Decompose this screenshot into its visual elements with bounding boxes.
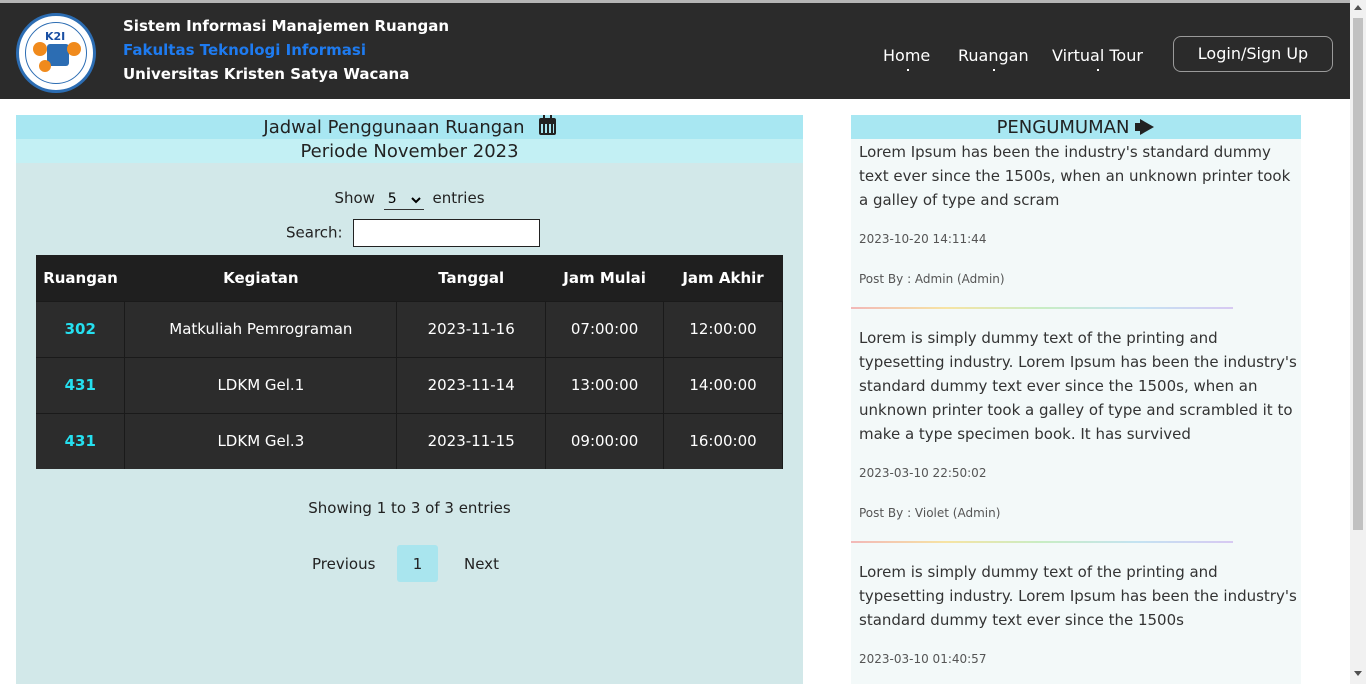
cell-end-time: 16:00:00	[663, 412, 783, 469]
scroll-up-arrow-icon[interactable]	[1354, 5, 1362, 10]
search-input[interactable]	[353, 219, 541, 247]
brand-line-system: Sistem Informasi Manajemen Ruangan	[123, 17, 450, 35]
cell-date: 2023-11-15	[396, 412, 547, 469]
cell-start-time: 07:00:00	[545, 300, 665, 357]
column-header-jam-akhir[interactable]: Jam Akhir	[663, 255, 783, 301]
search-label: Search:	[286, 223, 343, 242]
megaphone-icon	[1135, 119, 1155, 135]
cell-end-time: 14:00:00	[663, 356, 783, 413]
column-header-kegiatan[interactable]: Kegiatan	[124, 255, 397, 301]
schedule-table: Ruangan Kegiatan Tanggal Jam Mulai Jam A…	[36, 255, 783, 469]
column-header-ruangan[interactable]: Ruangan	[36, 255, 125, 301]
cell-room: 431	[36, 356, 126, 413]
schedule-title: Jadwal Penggunaan Ruangan	[263, 117, 525, 138]
schedule-period: Periode November 2023	[16, 139, 803, 163]
cell-activity: LDKM Gel.3	[124, 412, 398, 469]
next-page-button[interactable]: Next	[464, 555, 499, 573]
announcement-post: Lorem is simply dummy text of the printi…	[859, 560, 1299, 666]
logo-text: K2I	[45, 30, 66, 43]
logo-mark	[67, 42, 81, 56]
login-signup-button[interactable]: Login/Sign Up	[1173, 36, 1333, 72]
cell-start-time: 09:00:00	[545, 412, 665, 469]
cell-activity: Matkuliah Pemrograman	[124, 300, 398, 357]
announcement-post: Lorem is simply dummy text of the printi…	[859, 326, 1299, 520]
schedule-panel: Jadwal Penggunaan Ruangan Periode Novemb…	[16, 115, 803, 684]
cell-room: 302	[36, 300, 126, 357]
site-brand: Sistem Informasi Manajemen Ruangan Fakul…	[123, 14, 449, 86]
brand-line-faculty: Fakultas Teknologi Informasi	[123, 41, 366, 59]
cell-room: 431	[36, 412, 126, 469]
entries-control: Show 5 entries	[16, 189, 803, 210]
post-body: Lorem is simply dummy text of the printi…	[859, 329, 1297, 443]
post-divider	[851, 307, 1233, 309]
post-date: 2023-10-20 14:11:44	[859, 232, 987, 246]
announcement-panel: PENGUMUMAN Lorem Ipsum has been the indu…	[851, 115, 1301, 684]
table-row: 302 Matkuliah Pemrograman 2023-11-16 07:…	[36, 300, 783, 357]
calendar-icon	[538, 115, 556, 135]
column-header-jam-mulai[interactable]: Jam Mulai	[545, 255, 664, 301]
nav-ruangan[interactable]: Ruangan	[958, 46, 1029, 71]
announcement-post: Lorem Ipsum has been the industry's stan…	[859, 140, 1299, 286]
navbar: K2I Sistem Informasi Manajemen Ruangan F…	[0, 0, 1350, 99]
announcement-header: PENGUMUMAN	[851, 115, 1301, 139]
page-1-button[interactable]: 1	[397, 545, 438, 582]
scrollbar-thumb[interactable]	[1353, 18, 1363, 530]
brand-line-university: Universitas Kristen Satya Wacana	[123, 65, 410, 83]
nav-virtual-tour[interactable]: Virtual Tour	[1052, 46, 1143, 71]
show-label: Show	[334, 189, 375, 207]
post-date: 2023-03-10 01:40:57	[859, 652, 987, 666]
cell-activity: LDKM Gel.1	[124, 356, 398, 413]
announcement-title: PENGUMUMAN	[996, 117, 1130, 138]
cell-end-time: 12:00:00	[663, 300, 783, 357]
table-info: Showing 1 to 3 of 3 entries	[308, 499, 511, 517]
scroll-down-arrow-icon[interactable]	[1354, 671, 1362, 676]
column-header-tanggal[interactable]: Tanggal	[396, 255, 546, 301]
faculty-logo: K2I	[16, 13, 96, 93]
page-scrollbar[interactable]	[1350, 0, 1366, 684]
entries-label: entries	[432, 189, 485, 207]
search-control: Search:	[286, 219, 541, 247]
cell-date: 2023-11-16	[396, 300, 547, 357]
post-date: 2023-03-10 22:50:02	[859, 466, 987, 480]
schedule-header: Jadwal Penggunaan Ruangan	[16, 115, 803, 139]
previous-page-button[interactable]: Previous	[312, 555, 375, 573]
table-header-row: Ruangan Kegiatan Tanggal Jam Mulai Jam A…	[36, 255, 783, 301]
cell-date: 2023-11-14	[396, 356, 547, 413]
post-author: Post By : Violet (Admin)	[859, 506, 1001, 520]
post-author: Post By : Admin (Admin)	[859, 272, 1005, 286]
cell-start-time: 13:00:00	[545, 356, 665, 413]
logo-mark	[33, 42, 47, 56]
post-divider	[851, 541, 1233, 543]
table-row: 431 LDKM Gel.3 2023-11-15 09:00:00 16:00…	[36, 412, 783, 469]
logo-mark	[39, 60, 51, 72]
post-body: Lorem is simply dummy text of the printi…	[859, 563, 1297, 629]
nav-home[interactable]: Home	[883, 46, 930, 71]
table-row: 431 LDKM Gel.1 2023-11-14 13:00:00 14:00…	[36, 356, 783, 413]
entries-select[interactable]: 5	[383, 189, 424, 210]
pagination: Previous 1 Next	[16, 545, 803, 582]
post-body: Lorem Ipsum has been the industry's stan…	[859, 143, 1291, 209]
